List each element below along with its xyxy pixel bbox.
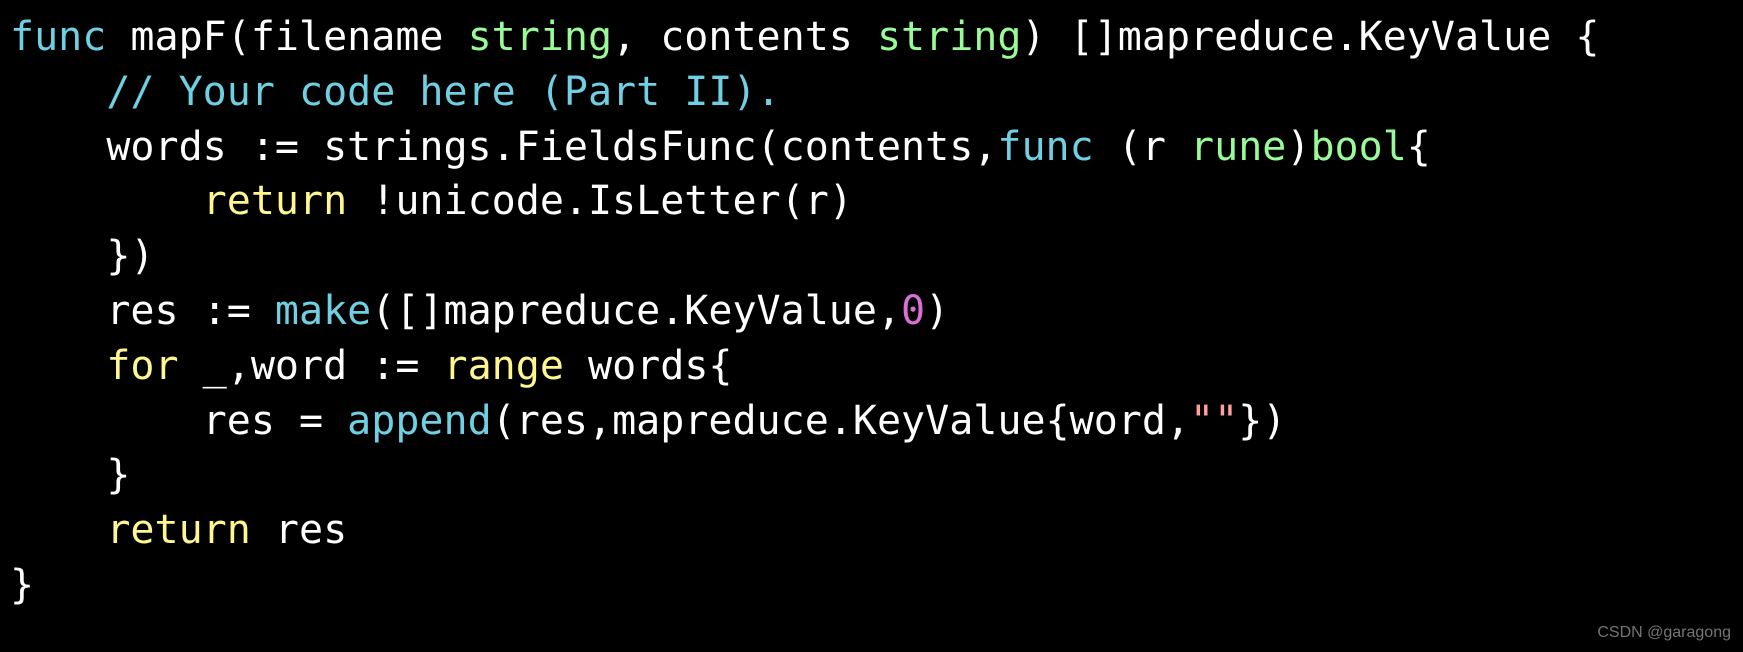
keyword-func: func (10, 14, 106, 60)
code-text: } (10, 562, 34, 608)
code-text: ([]mapreduce.KeyValue, (371, 288, 901, 334)
code-text: (res,mapreduce.KeyValue{word, (492, 398, 1190, 444)
keyword-return: return (106, 507, 251, 553)
keyword-range: range (443, 343, 563, 389)
keyword-return: return (203, 178, 348, 224)
code-text: { (1407, 124, 1431, 170)
keyword-func: func (997, 124, 1093, 170)
code-text: _,word := (179, 343, 444, 389)
code-text: (r (1094, 124, 1190, 170)
code-text: ) (925, 288, 949, 334)
code-text: res := (106, 288, 275, 334)
code-text: res (251, 507, 347, 553)
builtin-make: make (275, 288, 371, 334)
number-literal: 0 (901, 288, 925, 334)
code-text: , contents (612, 14, 877, 60)
code-text: mapF(filename (106, 14, 467, 60)
code-text: ) []mapreduce.KeyValue { (1021, 14, 1599, 60)
code-text: words{ (564, 343, 733, 389)
type-string: string (877, 14, 1022, 60)
type-bool: bool (1310, 124, 1406, 170)
code-text: } (106, 452, 130, 498)
builtin-append: append (347, 398, 492, 444)
code-block: func mapF(filename string, contents stri… (10, 10, 1733, 613)
code-text: }) (1238, 398, 1286, 444)
code-text: words := strings.FieldsFunc(contents, (106, 124, 997, 170)
type-rune: rune (1190, 124, 1286, 170)
type-string: string (468, 14, 613, 60)
code-text: }) (106, 233, 154, 279)
string-literal: "" (1190, 398, 1238, 444)
comment: // Your code here (Part II). (106, 69, 780, 115)
keyword-for: for (106, 343, 178, 389)
watermark: CSDN @garagong (1597, 622, 1731, 644)
code-text: !unicode.IsLetter(r) (347, 178, 853, 224)
code-text: res = (203, 398, 348, 444)
code-text: ) (1286, 124, 1310, 170)
